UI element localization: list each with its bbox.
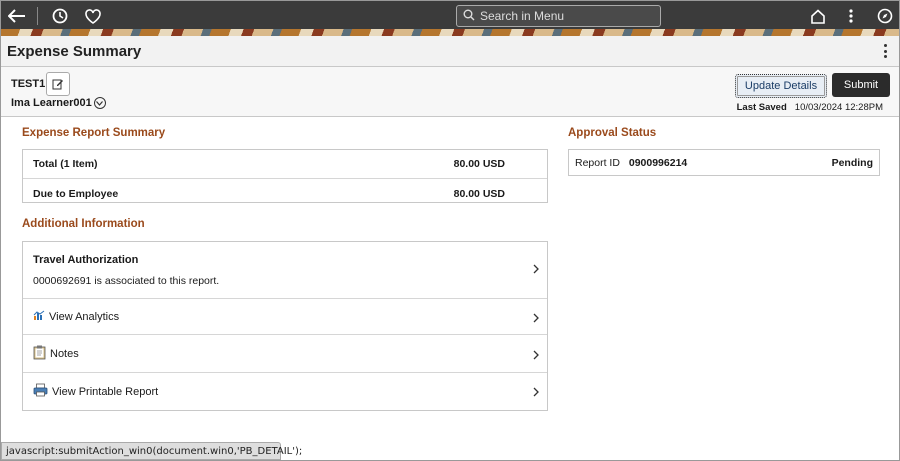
employee-selector[interactable]: Ima Learner001 [11, 97, 106, 109]
summary-value: 80.00 USD [453, 158, 505, 170]
favorites-heart-icon[interactable] [82, 5, 104, 27]
report-id-value: 0900996214 [628, 156, 688, 169]
printer-icon [33, 383, 48, 400]
additional-heading: Additional Information [22, 218, 145, 230]
view-printable-report-link[interactable]: View Printable Report [23, 373, 547, 410]
notes-clipboard-icon [33, 345, 46, 363]
approval-row[interactable]: Report ID 0900996214 Pending [569, 150, 879, 175]
summary-value: 80.00 USD [453, 187, 505, 200]
travel-authorization-row[interactable]: Travel Authorization 0000692691 is assoc… [23, 242, 547, 299]
summary-label: Due to Employee [33, 187, 119, 200]
navigator-compass-icon[interactable] [874, 5, 896, 27]
report-name: TEST1 [11, 78, 46, 90]
approval-heading: Approval Status [568, 127, 657, 139]
view-analytics-link[interactable]: View Analytics [23, 299, 547, 335]
report-id-label: Report ID [575, 156, 620, 169]
analytics-icon [33, 310, 45, 324]
status-url: javascript:submitAction_win0(document.wi… [6, 445, 303, 457]
edit-pencil-icon [52, 79, 63, 90]
travel-authorization-text: 0000692691 is associated to this report. [33, 274, 220, 287]
history-icon[interactable] [49, 5, 71, 27]
notes-link[interactable]: Notes [23, 335, 547, 373]
actions-kebab-icon[interactable] [840, 5, 862, 27]
edit-report-button[interactable] [46, 72, 70, 96]
toolbar-separator [37, 7, 38, 25]
decorative-banner [1, 29, 899, 36]
page-actions-kebab-icon[interactable] [881, 44, 889, 58]
travel-authorization-title: Travel Authorization [33, 253, 139, 266]
page-title-bar: Expense Summary [1, 36, 899, 67]
search-placeholder: Search in Menu [480, 9, 565, 23]
last-saved-label: Last Saved [736, 102, 787, 113]
summary-label: Total (1 Item) [33, 158, 98, 170]
report-header: TEST1 Ima Learner001 Update Details Subm… [1, 67, 899, 117]
approval-box: Report ID 0900996214 Pending [568, 149, 880, 176]
chevron-right-icon [533, 386, 539, 400]
summary-box: Total (1 Item) 80.00 USD Due to Employee… [22, 149, 548, 203]
search-icon [463, 9, 475, 24]
view-analytics-label: View Analytics [49, 310, 120, 323]
browser-status-bar: javascript:submitAction_win0(document.wi… [1, 442, 302, 460]
view-printable-report-label: View Printable Report [52, 385, 159, 398]
summary-row-total: Total (1 Item) 80.00 USD [23, 150, 547, 179]
summary-row-due: Due to Employee 80.00 USD [23, 179, 547, 208]
home-icon[interactable] [807, 5, 829, 27]
notes-label: Notes [50, 347, 79, 360]
summary-heading: Expense Report Summary [22, 127, 166, 139]
last-saved-value: 10/03/2024 12:28PM [794, 102, 883, 113]
last-saved: Last Saved 10/03/2024 12:28PM [737, 102, 883, 113]
search-input[interactable]: Search in Menu [456, 5, 661, 27]
employee-name: Ima Learner001 [11, 97, 92, 109]
page-title: Expense Summary [7, 43, 142, 60]
approval-status-badge: Pending [831, 156, 873, 169]
submit-button[interactable]: Submit [832, 73, 890, 97]
chevron-down-icon[interactable] [93, 97, 106, 109]
chevron-right-icon [533, 263, 539, 277]
back-arrow-icon[interactable] [6, 5, 28, 27]
update-details-button[interactable]: Update Details [735, 74, 827, 98]
chevron-right-icon [533, 312, 539, 326]
chevron-right-icon [533, 349, 539, 363]
additional-box: Travel Authorization 0000692691 is assoc… [22, 241, 548, 411]
